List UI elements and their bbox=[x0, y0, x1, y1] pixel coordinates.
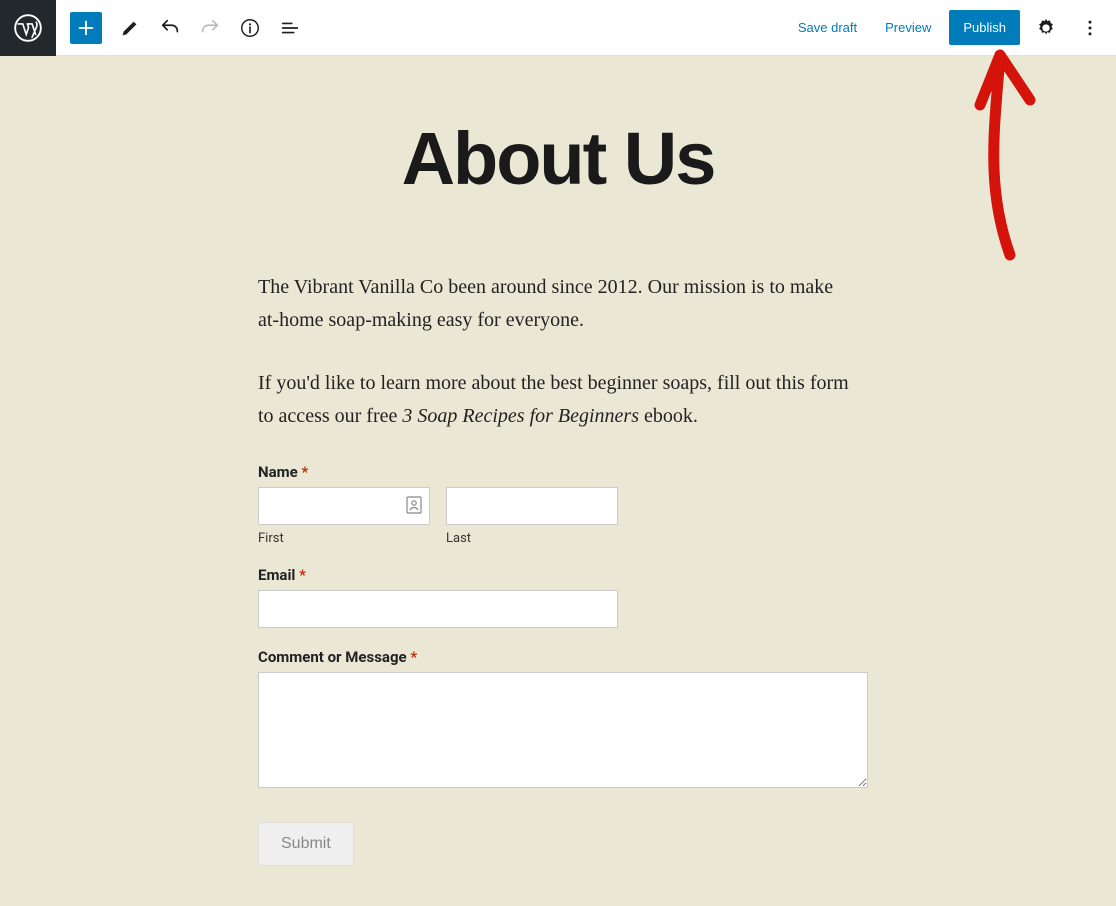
name-field-group: Name * First Last bbox=[258, 463, 858, 546]
undo-icon bbox=[159, 17, 181, 39]
first-name-col: First bbox=[258, 487, 430, 546]
redo-button[interactable] bbox=[192, 10, 228, 46]
submit-button[interactable]: Submit bbox=[258, 822, 354, 866]
last-sublabel: Last bbox=[446, 531, 618, 546]
more-options-button[interactable] bbox=[1072, 10, 1108, 46]
wordpress-logo[interactable] bbox=[0, 0, 56, 56]
info-button[interactable] bbox=[232, 10, 268, 46]
page-title[interactable]: About Us bbox=[0, 116, 1116, 201]
editor-toolbar: Save draft Preview Publish bbox=[0, 0, 1116, 56]
message-field-group: Comment or Message * bbox=[258, 648, 858, 792]
toolbar-left-group bbox=[56, 10, 308, 46]
required-mark: * bbox=[410, 648, 417, 666]
edit-mode-button[interactable] bbox=[112, 10, 148, 46]
email-label: Email * bbox=[258, 566, 858, 584]
message-textarea[interactable] bbox=[258, 672, 868, 788]
editor-canvas[interactable]: About Us The Vibrant Vanilla Co been aro… bbox=[0, 56, 1116, 906]
para2-italic: 3 Soap Recipes for Beginners bbox=[402, 405, 639, 427]
message-label: Comment or Message * bbox=[258, 648, 858, 666]
content-column: The Vibrant Vanilla Co been around since… bbox=[248, 271, 868, 866]
paragraph-2[interactable]: If you'd like to learn more about the be… bbox=[258, 367, 858, 433]
list-icon bbox=[279, 17, 301, 39]
pencil-icon bbox=[119, 17, 141, 39]
settings-button[interactable] bbox=[1028, 10, 1064, 46]
plus-icon bbox=[75, 17, 97, 39]
last-name-col: Last bbox=[446, 487, 618, 546]
save-draft-button[interactable]: Save draft bbox=[788, 12, 867, 43]
para2-suffix: ebook. bbox=[639, 405, 698, 427]
name-label: Name * bbox=[258, 463, 858, 481]
paragraph-1[interactable]: The Vibrant Vanilla Co been around since… bbox=[258, 271, 858, 337]
wordpress-icon bbox=[14, 14, 42, 42]
redo-icon bbox=[199, 17, 221, 39]
toolbar-right-group: Save draft Preview Publish bbox=[788, 10, 1108, 46]
gear-icon bbox=[1035, 17, 1057, 39]
first-name-input[interactable] bbox=[258, 487, 430, 525]
first-sublabel: First bbox=[258, 531, 430, 546]
last-name-input[interactable] bbox=[446, 487, 618, 525]
name-row: First Last bbox=[258, 487, 858, 546]
publish-button[interactable]: Publish bbox=[949, 10, 1020, 45]
undo-button[interactable] bbox=[152, 10, 188, 46]
preview-button[interactable]: Preview bbox=[875, 12, 941, 43]
add-block-button[interactable] bbox=[70, 12, 102, 44]
email-input[interactable] bbox=[258, 590, 618, 628]
contact-card-icon bbox=[406, 496, 422, 518]
email-field-group: Email * bbox=[258, 566, 858, 628]
required-mark: * bbox=[301, 463, 308, 481]
info-icon bbox=[239, 17, 261, 39]
kebab-icon bbox=[1080, 18, 1100, 38]
outline-button[interactable] bbox=[272, 10, 308, 46]
required-mark: * bbox=[299, 566, 306, 584]
